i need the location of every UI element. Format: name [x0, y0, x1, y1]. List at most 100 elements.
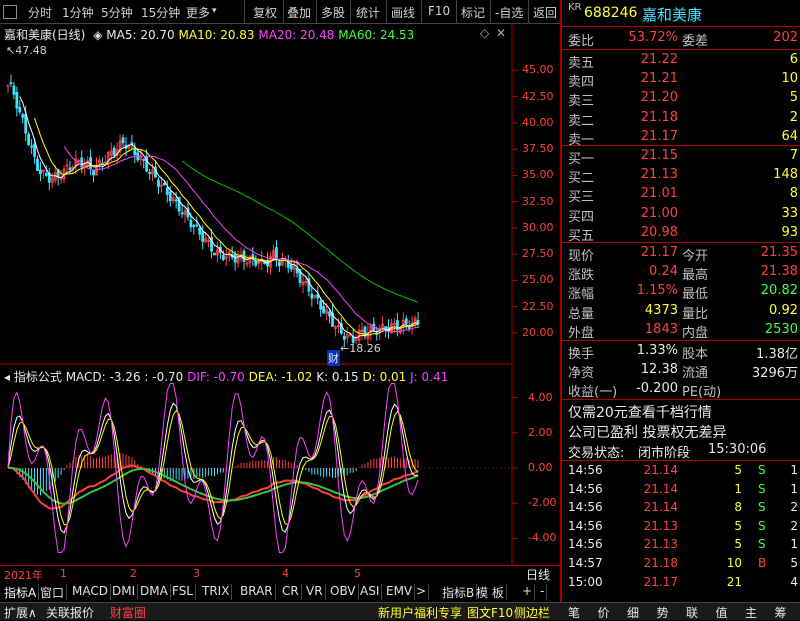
candle-body [92, 169, 95, 176]
candle-body [21, 114, 25, 118]
back-button[interactable]: 返回 [533, 4, 557, 21]
quote-tab-button[interactable]: 联 [686, 604, 698, 621]
new-user-promo[interactable]: 新用户福利专享 [378, 604, 462, 621]
indicator-tab[interactable]: OBV [328, 584, 359, 600]
bid-row[interactable]: 买三 21.01 8 [562, 185, 800, 205]
price-tick-label: 42.50 [522, 89, 554, 103]
candle-body [165, 187, 169, 195]
chevron-right-icon[interactable]: ◂ [4, 370, 10, 384]
tab-5min[interactable]: 5分钟 [101, 4, 133, 21]
indicator-tab[interactable]: 指标A [2, 584, 40, 600]
quote-tab-button[interactable]: 筹 [775, 604, 787, 621]
diejia-button[interactable]: 叠加 [287, 4, 311, 21]
candle-body [15, 92, 19, 109]
kr-badge: KR [568, 2, 582, 13]
weicha-label: 委差 [682, 34, 709, 49]
notice-2[interactable]: 公司已盈利 投票权无差异 [562, 421, 800, 442]
ask-row[interactable]: 卖一 21.17 64 [562, 128, 800, 148]
zixuan-button[interactable]: -自选 [495, 4, 523, 21]
duogu-button[interactable]: 多股 [321, 4, 345, 21]
quote-tab-button[interactable]: 价 [598, 604, 610, 621]
finance-marker[interactable]: 财 [327, 350, 340, 366]
indicator-tab[interactable]: DMI [110, 584, 139, 600]
wealth-circle-button[interactable]: 财富圈 [110, 604, 146, 621]
indicator-tab[interactable]: + [520, 584, 536, 600]
indicator-tab[interactable]: 模 板 [474, 584, 507, 600]
indicator-tab[interactable]: DMA [138, 584, 171, 600]
indicator-tab[interactable]: MACD [70, 584, 111, 600]
ask-row[interactable]: 卖四 21.21 10 [562, 70, 800, 90]
f10-graphic-button[interactable]: 图文F10 [467, 604, 513, 621]
fuquan-button[interactable]: 复权 [253, 4, 277, 21]
tick-time: 14:56 [568, 518, 603, 533]
close-icon[interactable]: ✕ [496, 26, 506, 40]
quote-tab-button[interactable]: 势 [657, 604, 669, 621]
indicator-formula-label[interactable]: 指标公式 [14, 370, 62, 384]
expand-button[interactable]: 扩展∧ [4, 604, 37, 621]
candle-body [189, 219, 193, 228]
quote-tab-button[interactable]: 主 [745, 604, 757, 621]
quote-tab-button[interactable]: 细 [627, 604, 639, 621]
indicator-tab[interactable]: TRIX [200, 584, 233, 600]
bid-label: 买四 [568, 209, 595, 225]
tick-count: 2 [790, 518, 798, 533]
indicator-tab[interactable]: > [414, 584, 430, 600]
chevron-down-icon[interactable]: ▾ [212, 6, 217, 16]
tab-fenshi[interactable]: 分时 [28, 4, 52, 21]
tick-price: 21.14 [643, 463, 678, 477]
notice-2-text[interactable]: 公司已盈利 投票权无差异 [568, 422, 726, 442]
stat-value: -0.200 [636, 381, 678, 397]
candle-body [68, 167, 72, 170]
huaxian-button[interactable]: 画线 [391, 4, 415, 21]
bid-row[interactable]: 买四 21.00 33 [562, 205, 800, 225]
f10-button[interactable]: F10 [428, 4, 450, 18]
indicator-tab[interactable]: 窗口 [38, 584, 68, 600]
dea-value: DEA: -1.02 [248, 370, 313, 384]
tick-row: 15:00 21.17 21 4 [562, 574, 800, 592]
ask-row[interactable]: 卖三 21.20 5 [562, 89, 800, 109]
ask-price: 21.17 [640, 128, 678, 144]
ask-price: 21.20 [640, 90, 678, 106]
indicator-tab[interactable]: ASI [358, 584, 383, 600]
bid-row[interactable]: 买一 21.15 7 [562, 147, 800, 167]
tongji-button[interactable]: 统计 [356, 4, 380, 21]
indicator-tab[interactable]: CR [280, 584, 302, 600]
tab-15min[interactable]: 15分钟 [141, 4, 180, 21]
tab-more[interactable]: 更多 [186, 4, 210, 21]
quote-title: KR 688246 嘉和美康 [562, 2, 800, 24]
tab-1min[interactable]: 1分钟 [62, 4, 94, 21]
period-label[interactable]: 日线 [526, 566, 550, 583]
ask-row[interactable]: 卖二 21.18 2 [562, 109, 800, 129]
related-quote-button[interactable]: 关联报价 [46, 604, 94, 621]
indicator-tab[interactable]: FSL [170, 584, 196, 600]
notice-1[interactable]: 仅需20元查看千档行情 [562, 401, 800, 422]
indicator-tab[interactable]: BRAR [238, 584, 276, 600]
settings-icon[interactable]: ◈ [93, 28, 102, 42]
bid-row[interactable]: 买五 20.98 93 [562, 224, 800, 244]
kline-chart[interactable]: 嘉和美康(日线) ◈ MA5: 20.70 MA10: 20.83 MA20: … [0, 24, 560, 602]
candle-body [254, 260, 258, 266]
biaoji-button[interactable]: 标记 [461, 4, 485, 21]
sidebar-button[interactable]: 侧边栏 [514, 604, 550, 621]
chart-canvas[interactable] [0, 24, 560, 602]
month-label: 2 [130, 567, 137, 580]
quote-tab-button[interactable]: 值 [716, 604, 728, 621]
price-tick-label: 30.00 [522, 220, 554, 234]
notice-1-text[interactable]: 仅需20元查看千档行情 [568, 402, 712, 422]
toggle-icon[interactable] [3, 5, 17, 19]
bid-row[interactable]: 买二 21.13 148 [562, 166, 800, 186]
indicator-tab[interactable]: - [538, 584, 548, 600]
indicator-tab[interactable]: VR [304, 584, 326, 600]
candle-body [277, 261, 281, 266]
stock-name: 嘉和美康 [642, 6, 703, 24]
quote-tab-button[interactable]: 笔 [568, 604, 580, 621]
indicator-tab[interactable]: EMV [384, 584, 416, 600]
stat-row: 收益(一) -0.200 PE(动) [562, 380, 800, 400]
ask-row[interactable]: 卖五 21.22 6 [562, 51, 800, 71]
price-tick-label: 20.00 [522, 325, 554, 339]
month-label: 3 [193, 567, 200, 580]
indicator-tab[interactable]: 指标B [440, 584, 478, 600]
stat-row: 涨幅 1.15% 最低 20.82 [562, 282, 800, 302]
bid-volume: 33 [781, 205, 798, 221]
diamond-icon[interactable]: ◇ [480, 26, 489, 40]
